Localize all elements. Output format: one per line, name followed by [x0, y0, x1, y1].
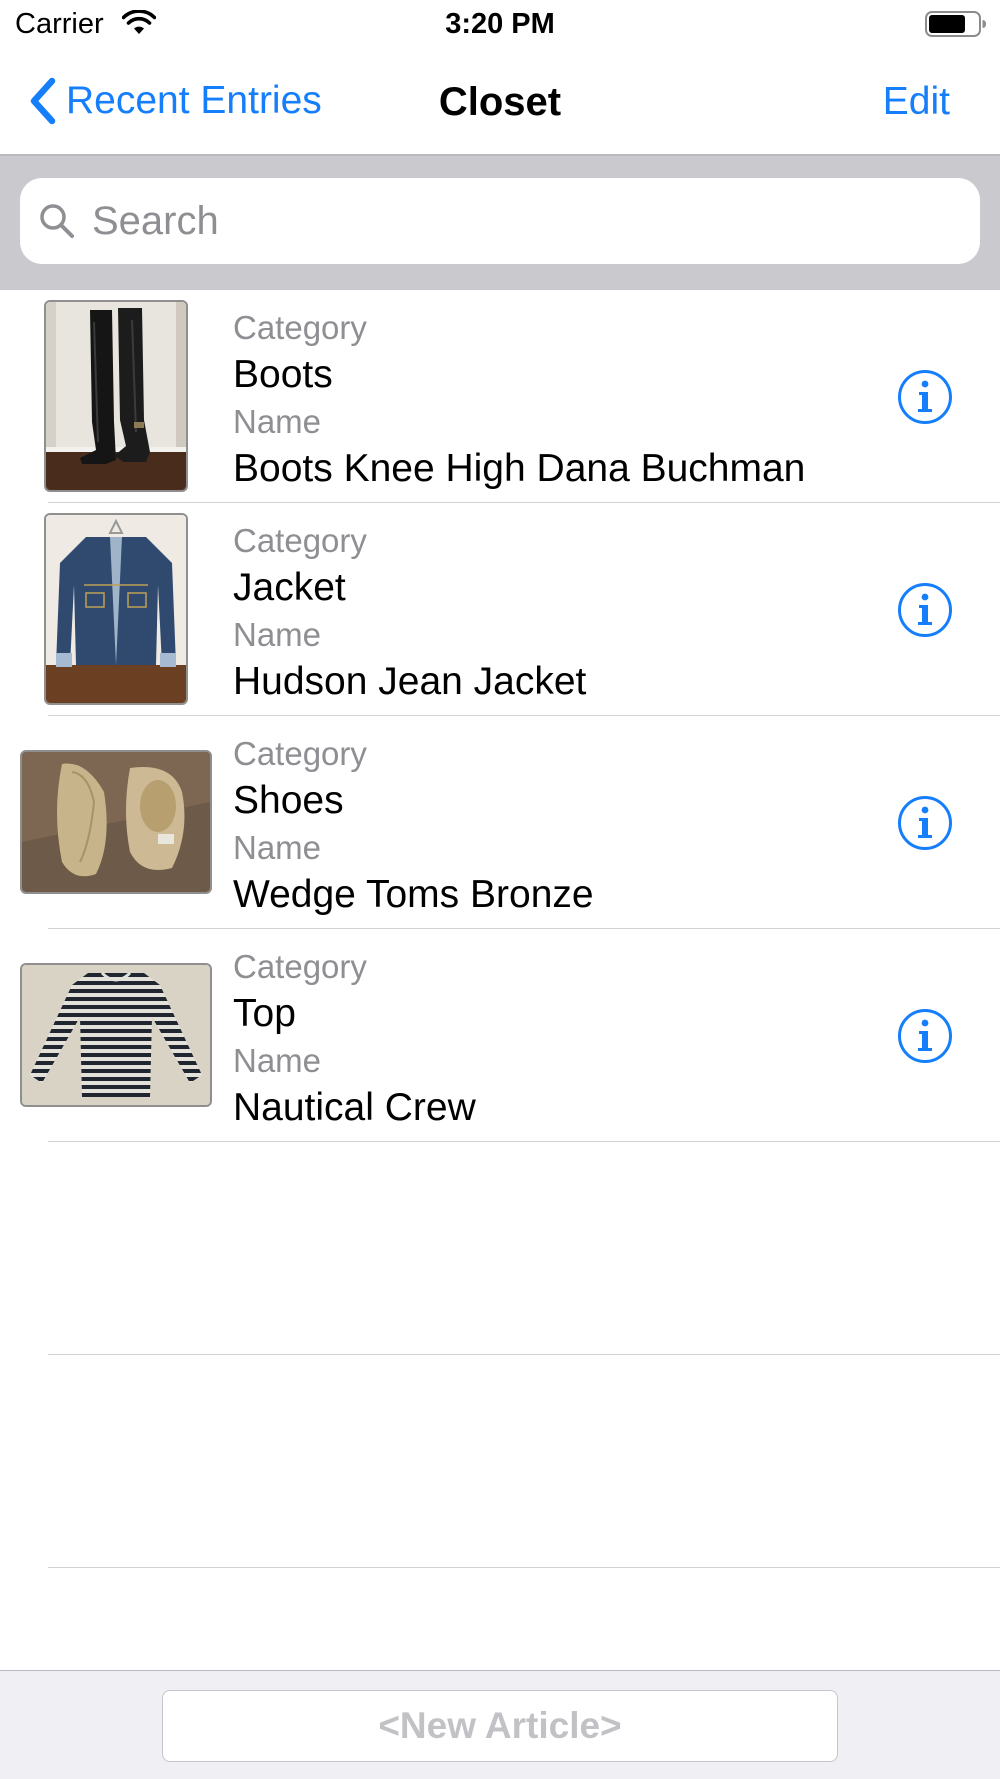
- name-value: Nautical Crew: [233, 1086, 476, 1129]
- closet-list: Category Boots Name Boots Knee High Dana…: [0, 290, 1000, 1568]
- empty-row: [0, 1355, 1000, 1568]
- info-icon[interactable]: [897, 1008, 953, 1064]
- list-item[interactable]: Category Shoes Name Wedge Toms Bronze: [0, 716, 1000, 929]
- status-bar: Carrier 3:20 PM: [0, 0, 1000, 50]
- category-label: Category: [233, 948, 367, 985]
- category-value: Shoes: [233, 779, 344, 822]
- shoes-thumbnail: [20, 750, 212, 894]
- name-value: Hudson Jean Jacket: [233, 660, 587, 703]
- name-label: Name: [233, 829, 322, 866]
- item-text: Category Boots Name Boots Knee High Dana…: [233, 304, 805, 492]
- item-text: Category Shoes Name Wedge Toms Bronze: [233, 730, 594, 918]
- list-item[interactable]: Category Boots Name Boots Knee High Dana…: [0, 290, 1000, 503]
- clock-time: 3:20 PM: [445, 8, 555, 40]
- boots-thumbnail: [44, 300, 188, 492]
- new-article-button[interactable]: <New Article>: [162, 1690, 838, 1762]
- info-icon[interactable]: [897, 369, 953, 425]
- jacket-thumbnail: [44, 513, 188, 705]
- name-value: Wedge Toms Bronze: [233, 873, 594, 916]
- category-label: Category: [233, 309, 367, 346]
- name-label: Name: [233, 403, 322, 440]
- edit-button[interactable]: Edit: [883, 80, 950, 124]
- category-value: Top: [233, 992, 296, 1035]
- top-thumbnail: [20, 963, 212, 1107]
- item-text: Category Top Name Nautical Crew: [233, 943, 476, 1131]
- bottom-toolbar: <New Article>: [0, 1670, 1000, 1779]
- search-bar: [0, 156, 1000, 290]
- info-icon[interactable]: [897, 582, 953, 638]
- row-separator: [48, 1567, 1000, 1568]
- search-input[interactable]: [90, 197, 954, 245]
- list-item[interactable]: Category Jacket Name Hudson Jean Jacket: [0, 503, 1000, 716]
- list-item[interactable]: Category Top Name Nautical Crew: [0, 929, 1000, 1142]
- category-label: Category: [233, 522, 367, 559]
- info-icon[interactable]: [897, 795, 953, 851]
- category-label: Category: [233, 735, 367, 772]
- page-title: Closet: [438, 80, 562, 124]
- category-value: Boots: [233, 353, 333, 396]
- battery-icon: [925, 11, 986, 37]
- empty-row: [0, 1142, 1000, 1355]
- name-value: Boots Knee High Dana Buchman: [233, 447, 806, 490]
- category-value: Jacket: [233, 566, 346, 609]
- name-label: Name: [233, 1042, 322, 1079]
- item-text: Category Jacket Name Hudson Jean Jacket: [233, 517, 586, 705]
- search-field[interactable]: [20, 178, 980, 264]
- name-label: Name: [233, 616, 322, 653]
- search-icon: [40, 204, 74, 238]
- navigation-bar: Recent Entries Closet Edit: [0, 50, 1000, 156]
